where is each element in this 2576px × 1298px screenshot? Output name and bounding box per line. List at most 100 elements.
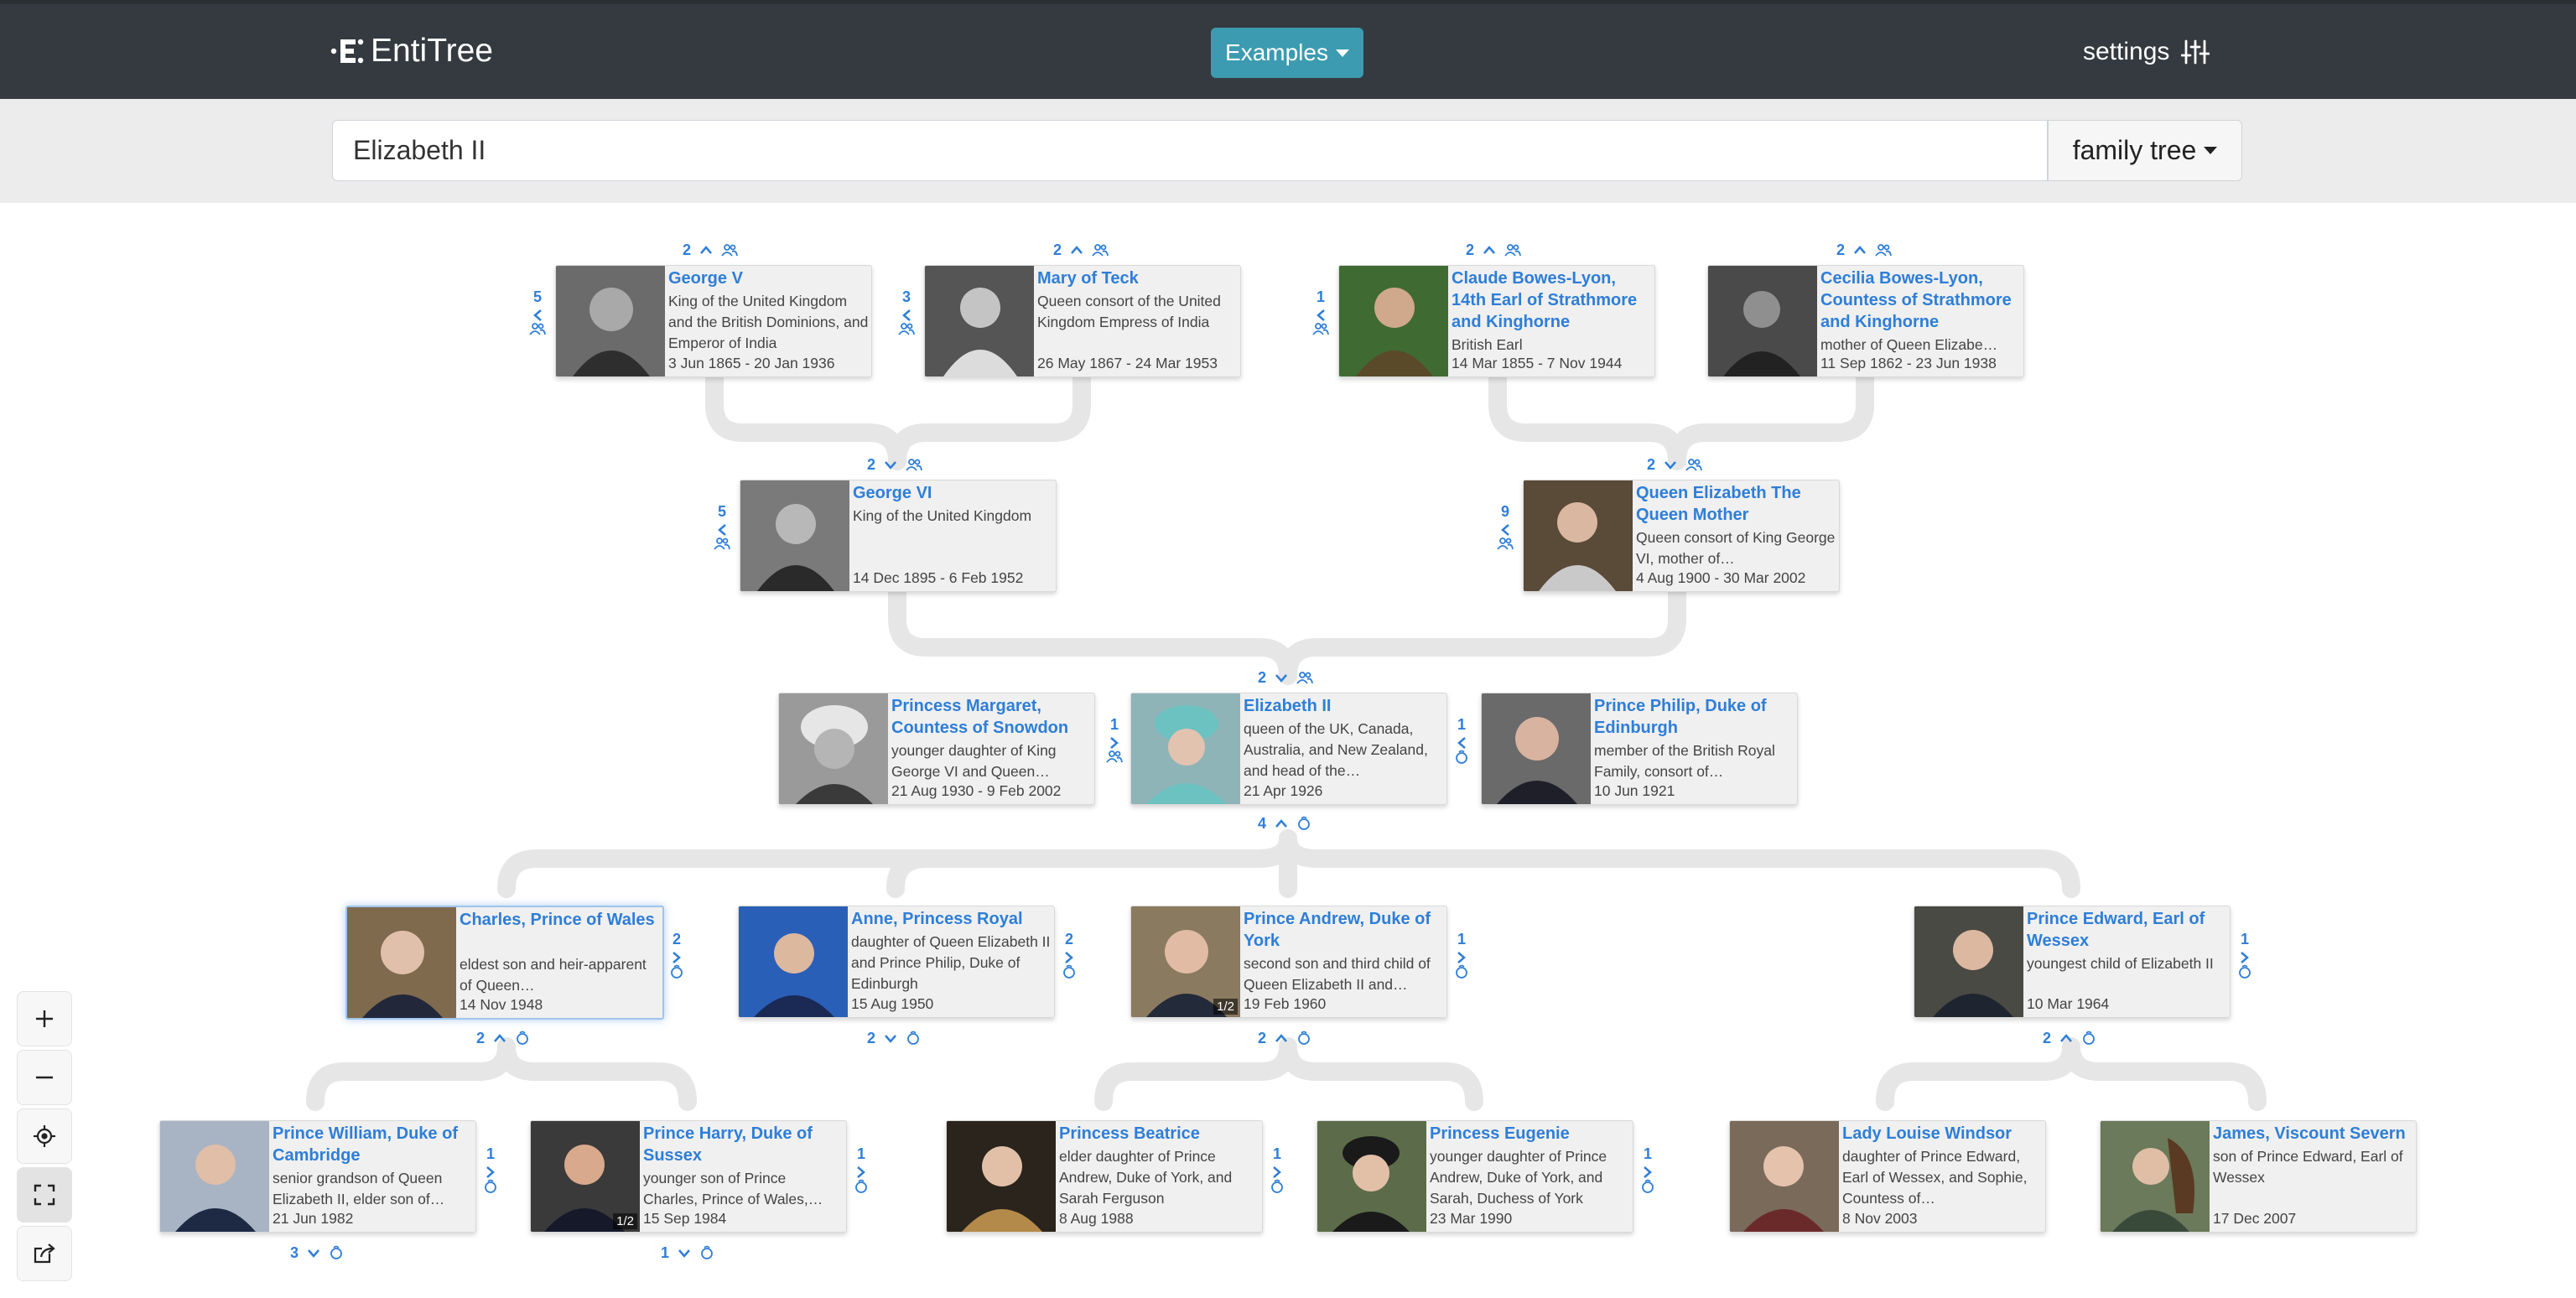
siblings-icon (714, 537, 730, 550)
zoom-in-button[interactable] (17, 991, 72, 1046)
person-card-louise[interactable]: Lady Louise Windsor daughter of Prince E… (1729, 1120, 2046, 1233)
chevron-up-icon (1275, 1034, 1287, 1042)
parents-toggle[interactable]: 2 (1258, 667, 1313, 688)
portrait-photo (1708, 266, 1817, 376)
chevron-right-icon (2241, 952, 2249, 963)
portrait-photo (740, 480, 849, 591)
settings-button[interactable]: settings (2083, 30, 2210, 74)
person-card-princess-margaret[interactable]: Princess Margaret, Countess of Snowdon y… (778, 693, 1095, 805)
person-card-george-v[interactable]: George V King of the United Kingdom and … (555, 265, 872, 377)
mode-dropdown-button[interactable]: family tree (2048, 120, 2242, 181)
person-dates: 15 Sep 1984 (643, 1210, 727, 1227)
person-name[interactable]: Elizabeth II (1244, 695, 1445, 717)
center-focus-button[interactable] (17, 1108, 72, 1164)
chevron-right-icon (1110, 737, 1119, 749)
person-name[interactable]: George V (668, 267, 870, 289)
person-name[interactable]: Anne, Princess Royal (851, 908, 1052, 930)
image-count-badge[interactable]: 1/2 (613, 1213, 637, 1229)
person-card-harry[interactable]: 1/2 Prince Harry, Duke of Sussex younger… (530, 1120, 847, 1233)
person-name[interactable]: Princess Eugenie (1430, 1123, 1631, 1145)
person-name[interactable]: Prince Andrew, Duke of York (1244, 908, 1445, 952)
search-input[interactable] (332, 120, 2048, 181)
harry-spouse-toggle[interactable]: 1 (852, 1142, 870, 1194)
fullscreen-icon (34, 1184, 55, 1206)
portrait-photo: 1/2 (531, 1121, 640, 1232)
person-name[interactable]: Prince Philip, Duke of Edinburgh (1594, 695, 1795, 739)
children-toggle[interactable]: 4 (1258, 813, 1311, 833)
person-card-george-vi[interactable]: George VI King of the United Kingdom 14 … (740, 480, 1057, 592)
person-name[interactable]: Mary of Teck (1037, 267, 1239, 289)
person-name[interactable]: Prince Edward, Earl of Wessex (2027, 908, 2228, 952)
children-toggle[interactable]: 2 (867, 1028, 921, 1048)
queen-mother-siblings-toggle[interactable]: 9 (1496, 500, 1514, 550)
person-card-william[interactable]: Prince William, Duke of Cambridge senior… (159, 1120, 476, 1233)
person-card-andrew[interactable]: 1/2 Prince Andrew, Duke of York second s… (1130, 906, 1447, 1018)
person-name[interactable]: George VI (853, 482, 1054, 504)
children-toggle[interactable]: 2 (1258, 1028, 1311, 1048)
navbar-rim (0, 0, 2576, 4)
person-card-queen-mother[interactable]: Queen Elizabeth The Queen Mother Queen c… (1523, 480, 1840, 592)
person-card-cecilia-bowes-lyon[interactable]: Cecilia Bowes-Lyon, Countess of Strathmo… (1707, 265, 2024, 377)
chevron-right-icon (486, 1166, 495, 1178)
person-card-anne[interactable]: Anne, Princess Royal daughter of Queen E… (738, 906, 1055, 1018)
side-count: 1 (1643, 1145, 1652, 1162)
siblings-icon (1504, 244, 1521, 257)
chevron-down-icon (678, 1249, 690, 1258)
parents-toggle[interactable]: 2 (1053, 240, 1109, 260)
person-card-claude-bowes-lyon[interactable]: Claude Bowes-Lyon, 14th Earl of Strathmo… (1338, 265, 1655, 377)
philip-spouse-toggle[interactable]: 1 (1452, 713, 1471, 765)
zoom-out-button[interactable] (17, 1050, 72, 1105)
examples-dropdown-button[interactable]: Examples (1211, 28, 1363, 78)
mary-siblings-toggle[interactable]: 3 (897, 285, 916, 335)
person-card-prince-philip[interactable]: Prince Philip, Duke of Edinburgh member … (1481, 693, 1798, 805)
elizabeth-siblings-toggle[interactable]: 1 (1105, 713, 1124, 763)
parents-toggle[interactable]: 2 (1647, 454, 1702, 475)
anne-spouse-toggle[interactable]: 2 (1060, 927, 1078, 979)
person-name[interactable]: Charles, Prince of Wales (460, 909, 661, 931)
person-card-elizabeth-ii[interactable]: Elizabeth II queen of the UK, Canada, Au… (1130, 693, 1447, 805)
brand-link[interactable]: EntiTree (329, 30, 493, 72)
person-name[interactable]: Prince Harry, Duke of Sussex (643, 1123, 844, 1166)
side-count: 1 (486, 1145, 495, 1162)
claude-siblings-toggle[interactable]: 1 (1311, 285, 1330, 335)
children-toggle[interactable]: 2 (476, 1028, 530, 1048)
person-card-james[interactable]: James, Viscount Severn son of Prince Edw… (2100, 1120, 2417, 1233)
children-toggle[interactable]: 1 (661, 1243, 714, 1263)
person-name[interactable]: Princess Beatrice (1059, 1123, 1260, 1145)
person-name[interactable]: Queen Elizabeth The Queen Mother (1636, 482, 1837, 526)
portrait-photo (1914, 906, 2023, 1017)
george-v-siblings-toggle[interactable]: 5 (528, 285, 547, 335)
portrait-photo (947, 1121, 1056, 1232)
person-dates: 21 Apr 1926 (1244, 782, 1323, 799)
charles-spouse-toggle[interactable]: 2 (667, 927, 686, 979)
children-toggle[interactable]: 3 (290, 1243, 344, 1263)
person-name[interactable]: Cecilia Bowes-Lyon, Countess of Strathmo… (1820, 267, 2022, 333)
parents-toggle[interactable]: 2 (1466, 240, 1521, 260)
image-count-badge[interactable]: 1/2 (1213, 999, 1238, 1015)
beatrice-spouse-toggle[interactable]: 1 (1268, 1142, 1286, 1194)
andrew-spouse-toggle[interactable]: 1 (1452, 927, 1471, 979)
children-toggle[interactable]: 2 (2043, 1028, 2096, 1048)
person-name[interactable]: James, Viscount Severn (2213, 1123, 2414, 1145)
person-card-beatrice[interactable]: Princess Beatrice elder daughter of Prin… (946, 1120, 1263, 1233)
share-button[interactable] (17, 1226, 72, 1281)
george-vi-siblings-toggle[interactable]: 5 (713, 500, 731, 550)
chevron-right-icon (673, 952, 681, 963)
eugenie-spouse-toggle[interactable]: 1 (1639, 1142, 1657, 1194)
person-card-mary-of-teck[interactable]: Mary of Teck Queen consort of the United… (924, 265, 1241, 377)
person-name[interactable]: Prince William, Duke of Cambridge (273, 1123, 474, 1166)
fullscreen-button[interactable] (17, 1167, 72, 1223)
parents-toggle[interactable]: 2 (867, 454, 922, 475)
person-name[interactable]: Claude Bowes-Lyon, 14th Earl of Strathmo… (1452, 267, 1653, 333)
edward-spouse-toggle[interactable]: 1 (2236, 927, 2254, 979)
parents-toggle[interactable]: 2 (1836, 240, 1892, 260)
william-spouse-toggle[interactable]: 1 (481, 1142, 500, 1194)
person-card-eugenie[interactable]: Princess Eugenie younger daughter of Pri… (1317, 1120, 1633, 1233)
person-card-charles[interactable]: Charles, Prince of Wales eldest son and … (345, 906, 664, 1020)
parents-toggle[interactable]: 2 (683, 240, 738, 260)
chevron-down-icon (885, 461, 896, 470)
person-name[interactable]: Lady Louise Windsor (1842, 1123, 2044, 1145)
side-count: 1 (1457, 716, 1466, 733)
person-card-edward[interactable]: Prince Edward, Earl of Wessex youngest c… (1914, 906, 2231, 1018)
person-name[interactable]: Princess Margaret, Countess of Snowdon (891, 695, 1093, 739)
